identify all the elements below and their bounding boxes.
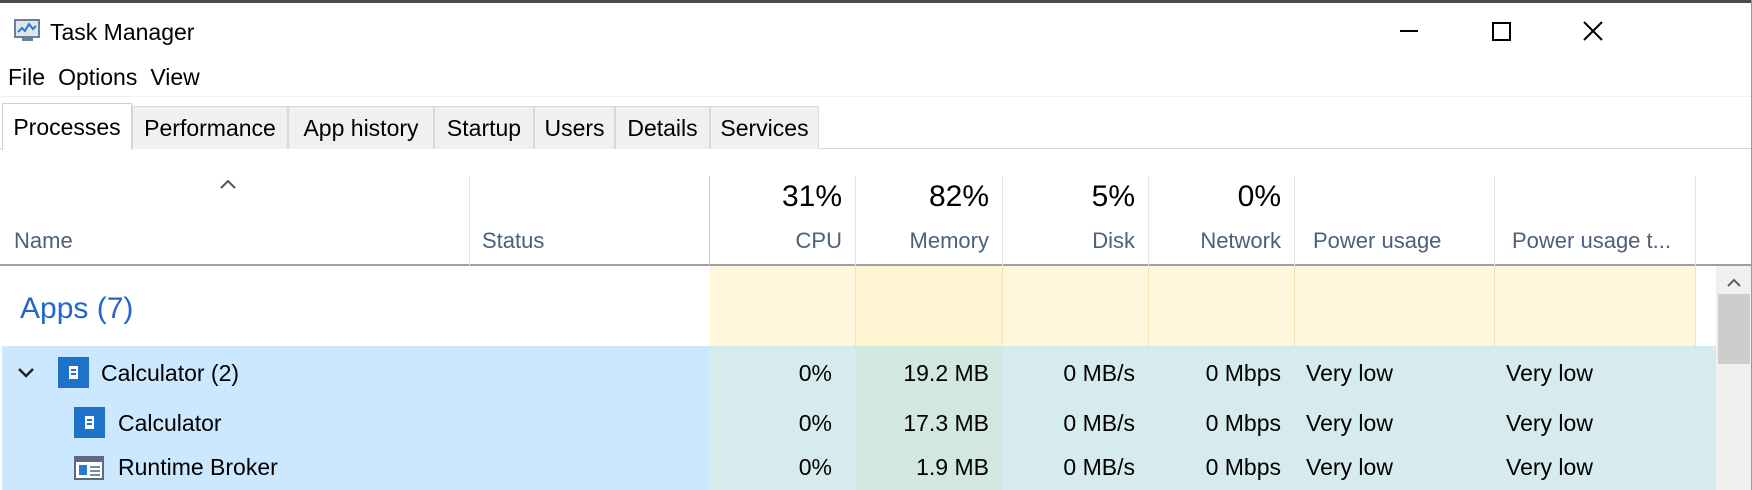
task-manager-window: Task Manager File Options View Processes…	[0, 0, 1752, 490]
tab-processes[interactable]: Processes	[2, 103, 132, 150]
window-border	[0, 0, 1752, 490]
